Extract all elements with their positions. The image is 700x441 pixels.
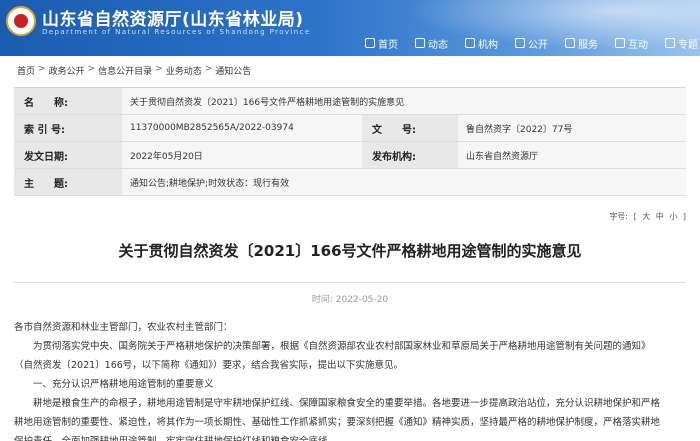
article-title: 关于贯彻自然资发〔2021〕166号文件严格耕地用途管制的实施意见 — [118, 242, 582, 260]
nav-news[interactable]: 动态 — [415, 36, 448, 51]
font-size-bracket-open: [ — [633, 212, 637, 221]
nav-home[interactable]: 首页 — [365, 36, 398, 51]
publish-time: 时间: 2022-05-20 — [0, 292, 700, 305]
breadcrumb-sep-icon: > — [204, 64, 213, 74]
font-size-medium[interactable]: 中 — [656, 212, 664, 221]
title-divider — [14, 282, 686, 283]
breadcrumb-catalog[interactable]: 信息公开目录 — [98, 64, 152, 77]
org-label: 发布机构: — [362, 142, 458, 168]
emblem-icon[interactable] — [6, 6, 36, 36]
nav-service[interactable]: 服务 — [565, 36, 598, 51]
breadcrumb-sep-icon: > — [87, 64, 96, 74]
nav-interact[interactable]: 互动 — [615, 36, 648, 51]
index-label: 索 引 号: — [14, 115, 122, 141]
date-label: 发文日期: — [14, 142, 122, 168]
main-nav: 首页 动态 机构 公开 服务 互动 专题 — [365, 36, 698, 51]
info-row-subject: 主 题: 通知公告;耕地保护;时效状态：现行有效 — [14, 169, 686, 196]
nav-disclosure[interactable]: 公开 — [515, 36, 548, 51]
breadcrumb-business[interactable]: 业务动态 — [166, 64, 202, 77]
font-size-label: 字号: — [609, 212, 629, 221]
publish-time-value: 2022-05-20 — [335, 295, 389, 305]
subject-label: 主 题: — [14, 169, 122, 195]
subject-value: 通知公告;耕地保护;时效状态：现行有效 — [122, 169, 686, 195]
article-body: 各市自然资源和林业主管部门，农业农村主管部门： 为贯彻落实党中央、国务院关于严格… — [14, 318, 686, 441]
docno-label: 文 号: — [362, 115, 458, 141]
info-row-name: 名 称: 关于贯彻自然资发〔2021〕166号文件严格耕地用途管制的实施意见 — [14, 88, 686, 115]
breadcrumb: 首页 > 政务公开 > 信息公开目录 > 业务动态 > 通知公告 — [17, 64, 251, 77]
service-icon — [565, 38, 575, 48]
date-value: 2022年05月20日 — [122, 142, 362, 168]
interact-icon — [615, 38, 625, 48]
name-label: 名 称: — [14, 88, 122, 114]
breadcrumb-sep-icon: > — [155, 64, 163, 74]
nav-org[interactable]: 机构 — [465, 36, 498, 51]
font-size-switcher: 字号: [ 大 中 小 ] — [606, 211, 686, 222]
article-salutation: 各市自然资源和林业主管部门，农业农村主管部门： — [14, 322, 233, 333]
news-icon — [415, 38, 425, 48]
article-paragraph: （自然资发〔2021〕166号，以下简称《通知》）要求，结合我省实际，提出以下实… — [14, 360, 404, 371]
index-value: 11370000MB2852565A/2022-03974 — [122, 115, 362, 141]
font-size-bracket-close: ] — [682, 212, 686, 221]
breadcrumb-home[interactable]: 首页 — [17, 64, 35, 77]
home-icon — [365, 38, 375, 48]
breadcrumb-notice[interactable]: 通知公告 — [215, 64, 251, 77]
article-paragraph: 耕地用途管制的重要性、紧迫性，将其作为一项长期性、基础性工作抓紧抓实；要深刻把握… — [14, 417, 661, 428]
font-size-large[interactable]: 大 — [642, 212, 650, 221]
name-value: 关于贯彻自然资发〔2021〕166号文件严格耕地用途管制的实施意见 — [122, 88, 686, 114]
article-paragraph: 保护责任，全面加强耕地用途管制，牢牢守住耕地保护红线和粮食安全底线。 — [14, 432, 686, 441]
docno-value: 鲁自然资字〔2022〕77号 — [458, 115, 686, 141]
site-subtitle: Department of Natural Resources of Shand… — [42, 28, 311, 36]
site-header: 山东省自然资源厅(山东省林业局) Department of Natural R… — [0, 0, 700, 56]
disclosure-icon — [515, 38, 525, 48]
publish-time-label: 时间: — [311, 295, 333, 305]
document-info-table: 名 称: 关于贯彻自然资发〔2021〕166号文件严格耕地用途管制的实施意见 索… — [14, 87, 686, 196]
nav-topic[interactable]: 专题 — [665, 36, 698, 51]
breadcrumb-sep-icon: > — [38, 64, 46, 74]
org-icon — [465, 38, 475, 48]
org-value: 山东省自然资源厅 — [458, 142, 686, 168]
font-size-small[interactable]: 小 — [669, 212, 677, 221]
topic-icon — [665, 38, 675, 48]
article-paragraph: 耕地是粮食生产的命根子，耕地用途管制是守牢耕地保护红线、保障国家粮食安全的重要举… — [33, 398, 661, 409]
info-row-index: 索 引 号: 11370000MB2852565A/2022-03974 文 号… — [14, 115, 686, 142]
article-section-heading: 一、充分认识严格耕地用途管制的重要意义 — [33, 379, 214, 390]
breadcrumb-gov-open[interactable]: 政务公开 — [49, 64, 85, 77]
info-row-date: 发文日期: 2022年05月20日 发布机构: 山东省自然资源厅 — [14, 142, 686, 169]
site-title[interactable]: 山东省自然资源厅(山东省林业局) — [42, 5, 304, 30]
article-paragraph: 为贯彻落实党中央、国务院关于严格耕地保护的决策部署，根据《自然资源部农业农村部国… — [33, 341, 651, 352]
